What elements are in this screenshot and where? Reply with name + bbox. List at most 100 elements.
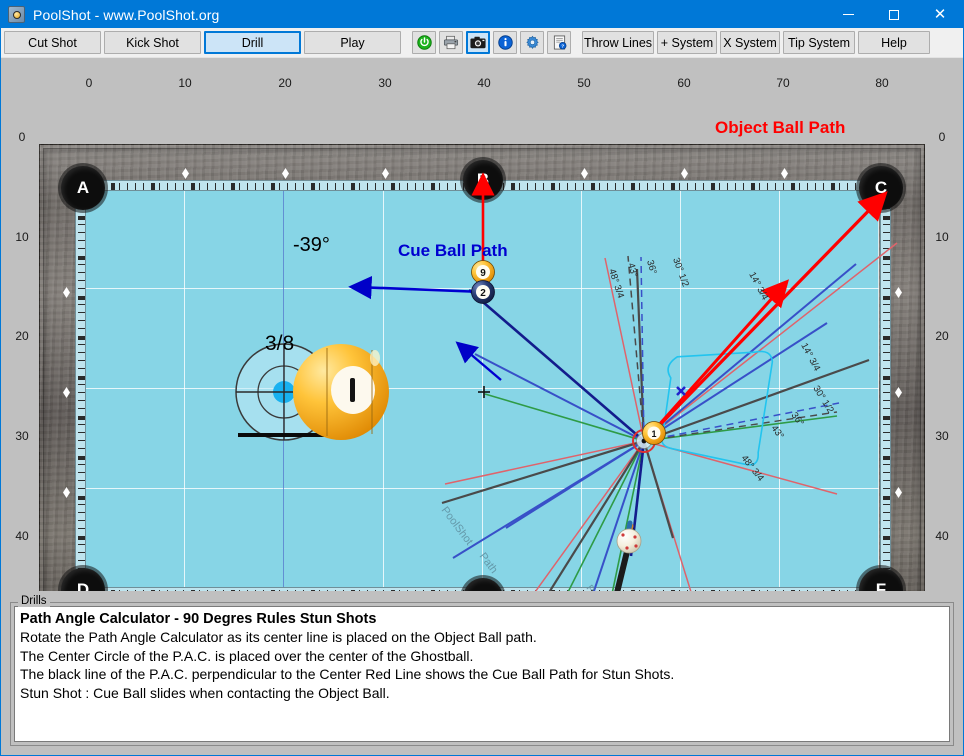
rail-tick xyxy=(663,183,664,190)
rail-tick xyxy=(78,560,85,561)
rail-tick xyxy=(883,272,890,273)
rail-tick xyxy=(78,368,85,369)
pocket-a[interactable]: A xyxy=(61,166,105,210)
rail-tick xyxy=(883,512,890,513)
rail-tick xyxy=(883,432,890,433)
tab-play[interactable]: Play xyxy=(304,31,401,54)
top-ruler-50: 50 xyxy=(577,76,591,90)
rail-scale-left xyxy=(75,196,86,582)
table-view[interactable]: 0 10 20 30 40 50 60 70 80 0 10 20 30 40 … xyxy=(1,58,963,591)
info-button[interactable] xyxy=(493,31,517,54)
rail-tick xyxy=(383,183,384,190)
left-ruler-10: 10 xyxy=(15,230,29,244)
rail-tick xyxy=(883,392,890,393)
print-button[interactable] xyxy=(439,31,463,54)
rail-tick xyxy=(883,400,890,401)
tab-drill[interactable]: Drill xyxy=(204,31,301,54)
rail-tick xyxy=(727,183,728,190)
rail-tick xyxy=(883,408,890,409)
button-plus-system[interactable]: + System xyxy=(657,31,717,54)
right-ruler-0: 0 xyxy=(938,130,946,144)
rail-tick xyxy=(78,496,85,500)
left-ruler-20: 20 xyxy=(15,329,29,343)
rail-tick xyxy=(883,448,890,449)
drills-line-3: The black line of the P.A.C. perpendicul… xyxy=(20,666,675,682)
pocket-c[interactable]: C xyxy=(859,166,903,210)
rail-tick xyxy=(78,376,85,380)
rail-tick xyxy=(78,400,85,401)
drills-heading: Path Angle Calculator - 90 Degres Rules … xyxy=(20,611,377,627)
minimize-button[interactable] xyxy=(825,1,871,28)
rail-tick xyxy=(78,256,85,260)
svg-text:?: ? xyxy=(561,44,564,50)
rail-tick xyxy=(883,328,890,329)
drills-line-1: Rotate the Path Angle Calculator as its … xyxy=(20,629,537,645)
rail-tick xyxy=(883,248,890,249)
settings-button[interactable] xyxy=(520,31,544,54)
button-help[interactable]: Help xyxy=(858,31,930,54)
rail-tick xyxy=(78,480,85,481)
rail-tick xyxy=(639,183,640,190)
top-ruler-60: 60 xyxy=(677,76,691,90)
tab-cut-shot[interactable]: Cut Shot xyxy=(4,31,101,54)
rail-tick xyxy=(119,183,120,190)
rail-tick xyxy=(883,256,890,260)
drills-line-2: The Center Circle of the P.A.C. is place… xyxy=(20,647,474,664)
rail-tick xyxy=(78,360,85,361)
left-ruler-40: 40 xyxy=(15,529,29,543)
poolshot-window: PoolShot - www.PoolShot.org ✕ Cut Shot K… xyxy=(0,0,964,756)
rail-diamond xyxy=(781,168,788,179)
rail-tick xyxy=(695,183,696,190)
rail-tick xyxy=(883,368,890,369)
drills-panel: Drills Path Angle Calculator - 90 Degres… xyxy=(1,591,963,755)
rail-tick xyxy=(883,344,890,345)
rail-tick xyxy=(78,240,85,241)
rail-tick xyxy=(167,183,168,190)
rail-tick xyxy=(78,440,85,441)
rail-tick xyxy=(519,183,520,190)
rail-tick xyxy=(183,183,184,190)
maximize-button[interactable] xyxy=(871,1,917,28)
rail-tick xyxy=(263,183,264,190)
rail-tick xyxy=(78,272,85,273)
rail-tick xyxy=(567,183,568,190)
pool-table[interactable]: A B C D E F xyxy=(39,144,925,591)
rail-tick xyxy=(679,183,680,190)
settings-gear-icon xyxy=(525,35,539,49)
rail-tick xyxy=(78,248,85,249)
rail-tick xyxy=(199,183,200,190)
rail-diamond xyxy=(581,168,588,179)
rail-tick xyxy=(883,416,890,420)
rail-tick xyxy=(883,384,890,385)
button-tip-system[interactable]: Tip System xyxy=(783,31,855,54)
screenshot-button[interactable] xyxy=(466,31,490,54)
rail-scale-right xyxy=(880,196,891,582)
rail-tick xyxy=(883,472,890,473)
top-ruler-0: 0 xyxy=(85,76,93,90)
rail-tick xyxy=(783,183,784,190)
button-x-system[interactable]: X System xyxy=(720,31,780,54)
rail-tick xyxy=(78,512,85,513)
tab-kick-shot[interactable]: Kick Shot xyxy=(104,31,201,54)
right-ruler-40: 40 xyxy=(935,529,949,543)
cloth-gridline xyxy=(184,188,185,590)
rail-scale-top-left xyxy=(91,180,475,191)
power-button[interactable] xyxy=(412,31,436,54)
pocket-b[interactable]: B xyxy=(463,160,503,200)
right-ruler-10: 10 xyxy=(935,230,949,244)
close-button[interactable]: ✕ xyxy=(917,1,963,28)
rail-tick xyxy=(759,183,760,190)
rail-tick xyxy=(883,264,890,265)
button-throw-lines[interactable]: Throw Lines xyxy=(582,31,654,54)
cloth-gridline xyxy=(680,188,681,590)
help-doc-button[interactable]: ? xyxy=(547,31,571,54)
rail-tick xyxy=(655,183,656,190)
rail-tick xyxy=(527,183,528,190)
drills-text[interactable]: Path Angle Calculator - 90 Degres Rules … xyxy=(14,606,950,742)
rail-tick xyxy=(831,183,835,190)
rail-tick xyxy=(423,183,424,190)
rail-tick xyxy=(78,344,85,345)
rail-tick xyxy=(623,183,624,190)
rail-tick xyxy=(78,216,85,220)
rail-tick xyxy=(111,183,115,190)
